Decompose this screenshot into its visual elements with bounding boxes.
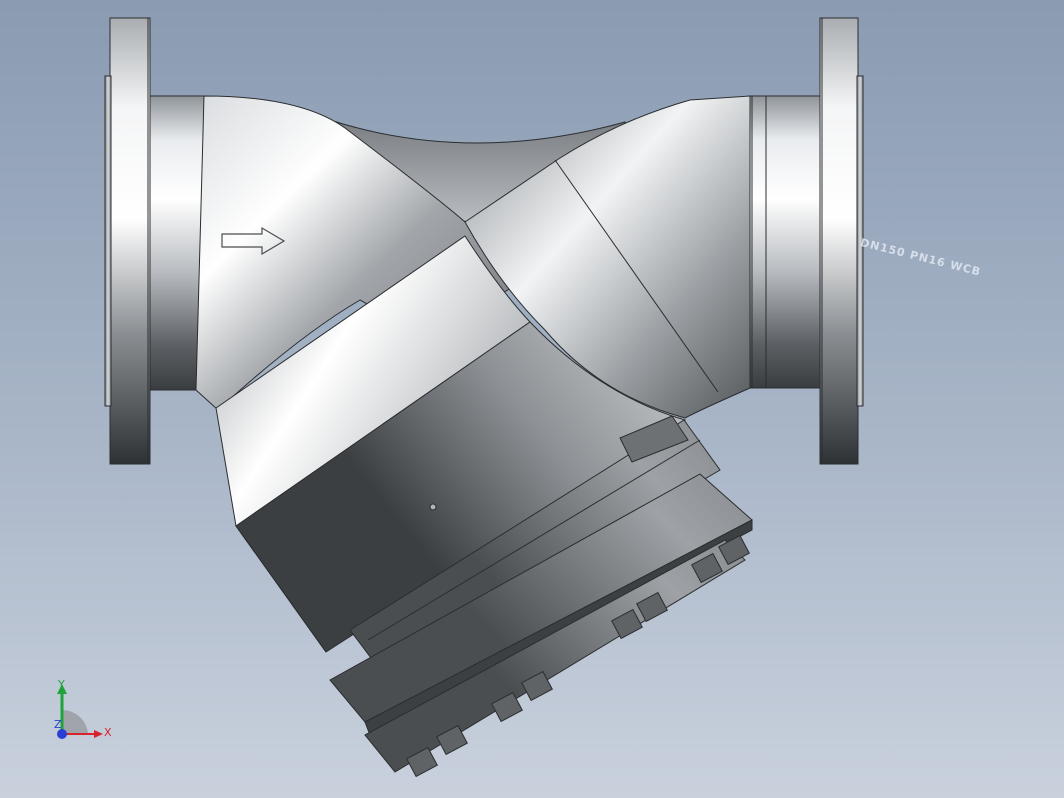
graphics-viewport[interactable]: DN150 PN16 WCB Y X Z xyxy=(0,0,1064,798)
coordinate-triad[interactable]: Y X Z xyxy=(48,676,128,746)
outlet-neck xyxy=(747,95,821,389)
strainer-model[interactable] xyxy=(0,0,1064,798)
outlet-flange[interactable] xyxy=(819,17,864,465)
drain-plug[interactable] xyxy=(429,503,437,511)
z-axis-label: Z xyxy=(54,718,62,731)
y-axis-label: Y xyxy=(57,678,65,691)
inlet-flange[interactable] xyxy=(104,17,151,465)
x-axis-label: X xyxy=(104,726,112,739)
